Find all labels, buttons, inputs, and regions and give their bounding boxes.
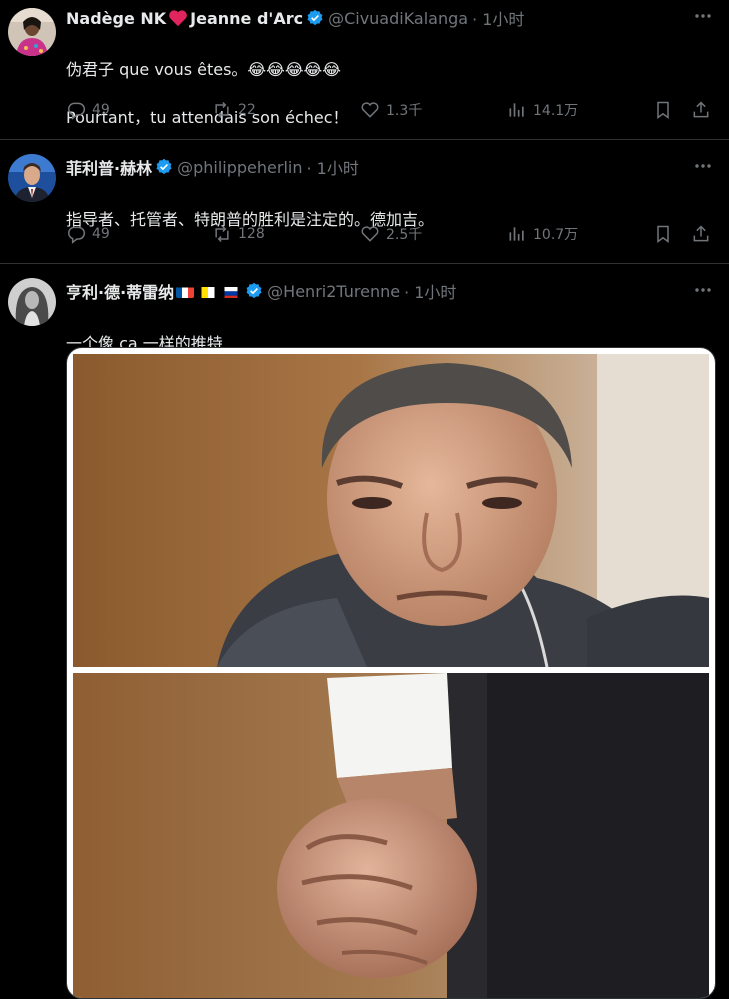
- repost-button[interactable]: 128: [212, 224, 265, 244]
- reply-icon: [68, 226, 86, 244]
- more-icon[interactable]: [693, 6, 713, 31]
- bookmark-button[interactable]: [653, 100, 679, 120]
- display-name[interactable]: 亨利·德·蒂雷纳: [66, 279, 174, 303]
- tweet-header: 亨利·德·蒂雷纳 @Henri2Turenne · 1小时: [66, 279, 456, 303]
- views-count: 14.1万: [533, 103, 579, 119]
- views-icon: [509, 227, 524, 241]
- views-button[interactable]: 14.1万: [507, 100, 578, 120]
- like-button[interactable]: 2.5千: [360, 224, 422, 244]
- timestamp[interactable]: · 1小时: [472, 6, 524, 30]
- share-button[interactable]: [691, 224, 717, 244]
- repost-icon: [215, 225, 229, 243]
- like-icon: [361, 226, 379, 242]
- tweet-text: 伪君子 que vous êtes。😂😂😂😂😂 Pourtant，tu atte…: [66, 34, 349, 154]
- tweet[interactable]: 菲利普·赫林 @philippeherlin · 1小时 指导者、托管者、特朗普…: [0, 140, 729, 264]
- user-handle[interactable]: @CivuadiKalanga: [328, 9, 468, 28]
- more-icon[interactable]: [693, 280, 713, 305]
- repost-count: 128: [238, 226, 265, 242]
- share-icon: [693, 101, 709, 118]
- repost-button[interactable]: 22: [212, 100, 256, 120]
- user-handle[interactable]: @Henri2Turenne: [267, 282, 400, 301]
- display-name-suffix: Jeanne d'Arc: [190, 8, 304, 28]
- avatar[interactable]: [8, 278, 56, 326]
- flag-russia-icon: [222, 285, 240, 298]
- reply-count: 49: [92, 102, 110, 118]
- like-icon: [361, 102, 379, 118]
- repost-icon: [215, 101, 229, 119]
- tweet-header: Nadège NK Jeanne d'Arc @CivuadiKalanga ·…: [66, 6, 524, 30]
- user-handle[interactable]: @philippeherlin: [177, 158, 302, 177]
- avatar[interactable]: [8, 8, 56, 56]
- action-bar: 49 22 1.3千 14.1万: [66, 100, 716, 124]
- like-count: 1.3千: [386, 103, 423, 119]
- like-button[interactable]: 1.3千: [360, 100, 422, 120]
- bookmark-icon: [657, 225, 669, 243]
- timestamp[interactable]: · 1小时: [306, 155, 358, 179]
- tweet-media-image[interactable]: [66, 347, 716, 999]
- verified-badge-icon: [155, 158, 173, 176]
- reply-button[interactable]: 49: [66, 224, 110, 244]
- views-button[interactable]: 10.7万: [507, 224, 578, 244]
- tweet-header: 菲利普·赫林 @philippeherlin · 1小时: [66, 155, 359, 179]
- bookmark-icon: [657, 101, 669, 119]
- action-bar: 49 128 2.5千 10.7万: [66, 224, 716, 248]
- reply-count: 49: [92, 226, 110, 242]
- bookmark-button[interactable]: [653, 224, 679, 244]
- heart-emoji-icon: [168, 9, 188, 27]
- avatar[interactable]: [8, 154, 56, 202]
- verified-badge-icon: [245, 282, 263, 300]
- repost-count: 22: [238, 102, 256, 118]
- views-count: 10.7万: [533, 227, 579, 243]
- tweet-text-line: 伪君子 que vous êtes。😂😂😂😂😂: [66, 60, 341, 79]
- flag-vatican-icon: [199, 285, 217, 298]
- reply-icon: [68, 102, 86, 120]
- share-icon: [693, 225, 709, 242]
- more-icon[interactable]: [693, 156, 713, 181]
- verified-badge-icon: [306, 9, 324, 27]
- views-icon: [509, 103, 524, 117]
- tweet[interactable]: Nadège NK Jeanne d'Arc @CivuadiKalanga ·…: [0, 0, 729, 140]
- timestamp[interactable]: · 1小时: [404, 279, 456, 303]
- flag-france-icon: [176, 285, 195, 298]
- reply-button[interactable]: 49: [66, 100, 110, 120]
- like-count: 2.5千: [386, 227, 423, 243]
- meme-image: [67, 354, 715, 998]
- share-button[interactable]: [691, 100, 717, 120]
- display-name[interactable]: 菲利普·赫林: [66, 155, 152, 179]
- display-name[interactable]: Nadège NK: [66, 9, 166, 28]
